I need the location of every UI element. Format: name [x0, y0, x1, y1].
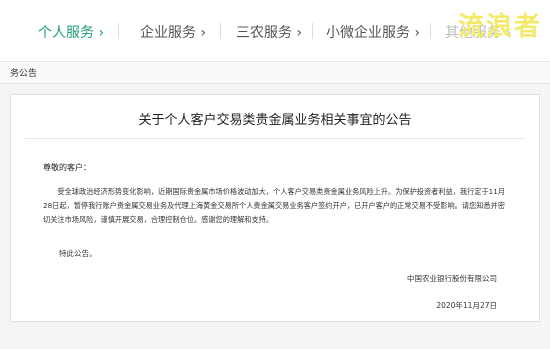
notice-panel: 关于个人客户交易类贵金属业务相关事宜的公告 尊敬的客户： 受全球政治经济形势变化…	[10, 94, 540, 322]
breadcrumb-bar: 务公告	[0, 62, 550, 84]
nav-rural-services[interactable]: 三农服务 ›	[236, 22, 302, 42]
nav-separator	[312, 23, 313, 39]
top-navigation: 个人服务 › 企业服务 › 三农服务 › 小微企业服务 › 其他服务 › 流浪者	[0, 0, 550, 62]
watermark-logo: 流浪者	[458, 12, 543, 42]
notice-closing: 特此公告。	[59, 249, 97, 258]
title-divider	[25, 138, 525, 139]
breadcrumb[interactable]: 务公告	[10, 66, 37, 79]
notice-body: 受全球政治经济形势变化影响，近期国际贵金属市场价格波动加大，个人客户交易类贵金属…	[43, 187, 505, 224]
nav-corporate-services[interactable]: 企业服务 ›	[140, 22, 206, 42]
notice-title: 关于个人客户交易类贵金属业务相关事宜的公告	[138, 113, 412, 128]
nav-small-business-services[interactable]: 小微企业服务 ›	[326, 22, 420, 42]
nav-personal-services[interactable]: 个人服务 ›	[38, 22, 104, 42]
notice-signature: 中国农业银行股份有限公司	[407, 274, 497, 283]
notice-greeting: 尊敬的客户：	[43, 163, 91, 172]
nav-separator	[220, 23, 221, 39]
nav-separator	[430, 23, 431, 39]
nav-separator	[118, 23, 119, 39]
notice-date: 2020年11月27日	[436, 301, 497, 310]
